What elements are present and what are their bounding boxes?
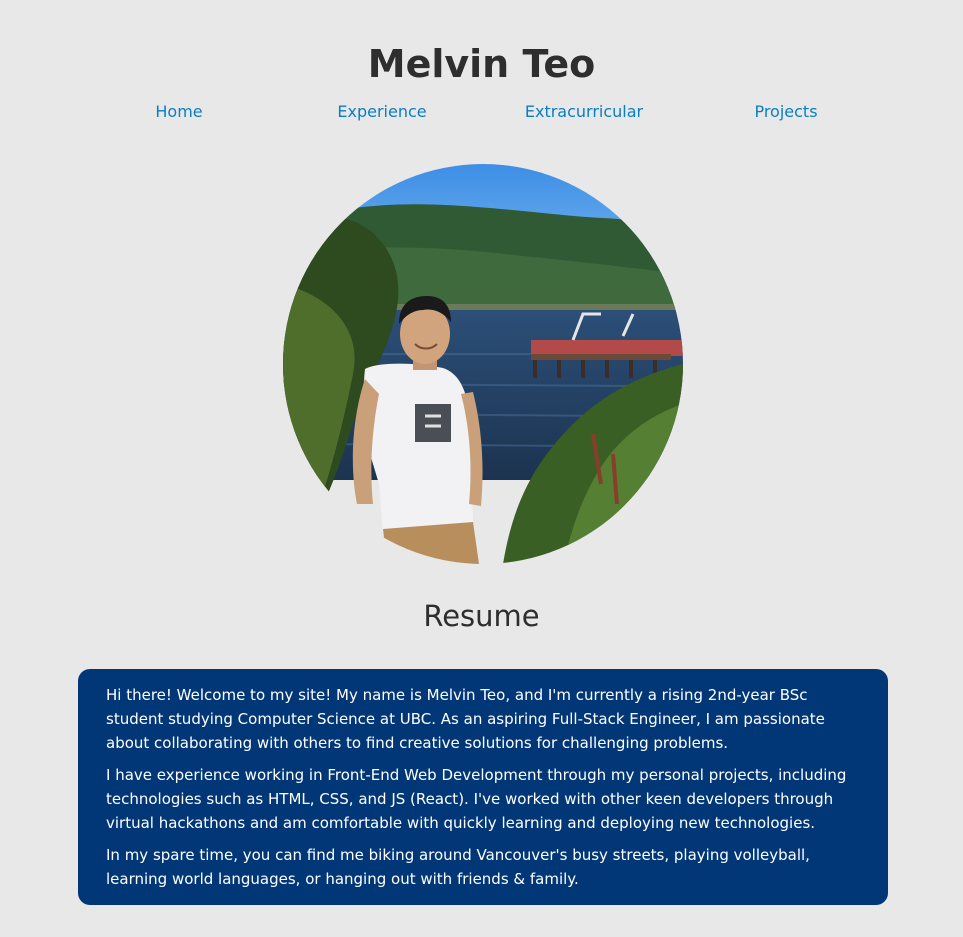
nav-link-experience[interactable]: Experience (337, 100, 426, 124)
bio-paragraph: I have experience working in Front-End W… (106, 766, 847, 832)
bio-card: Hi there! Welcome to my site! My name is… (78, 669, 888, 905)
profile-photo (283, 164, 683, 564)
bio-paragraph: In my spare time, you can find me biking… (106, 846, 810, 888)
bio-paragraph: Hi there! Welcome to my site! My name is… (106, 686, 825, 752)
site-title: Melvin Teo (367, 42, 596, 86)
nav-link-projects[interactable]: Projects (754, 100, 817, 124)
resume-link[interactable]: Resume (0, 596, 963, 636)
nav-link-extracurricular[interactable]: Extracurricular (525, 100, 643, 124)
main-nav: Home Experience Extracurricular Projects (0, 100, 963, 124)
profile-photo-icon (283, 164, 683, 564)
nav-link-home[interactable]: Home (155, 100, 202, 124)
